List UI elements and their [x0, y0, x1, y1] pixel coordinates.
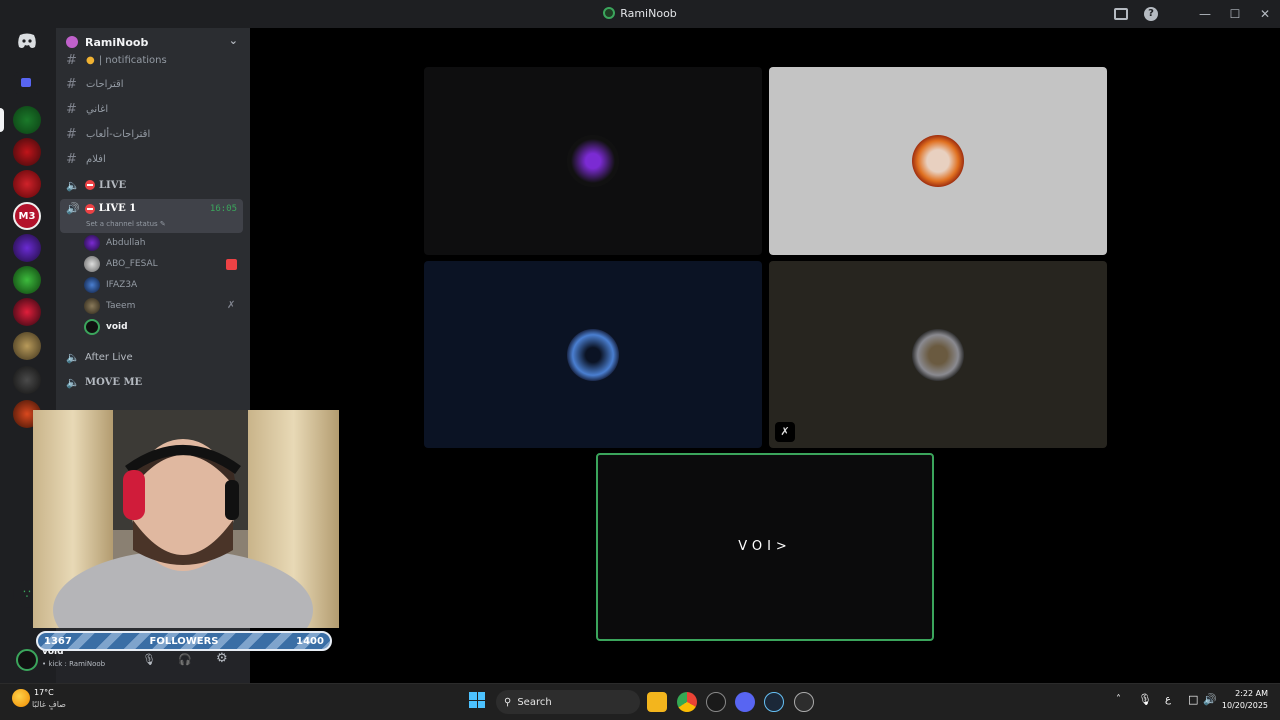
help-button[interactable]: ? [1136, 0, 1166, 28]
avatar [84, 319, 100, 335]
avatar [567, 328, 619, 381]
folder-icon[interactable] [14, 72, 40, 94]
microphone-icon[interactable]: 🎙 [1138, 693, 1152, 706]
microphone-icon[interactable]: 🎙 [142, 653, 156, 666]
channel-songs[interactable]: # اغاني [66, 100, 108, 118]
hash-icon: # [66, 126, 77, 142]
channel-movies[interactable]: # افلام [66, 150, 106, 168]
voice-member-taeem[interactable]: Taeem [84, 297, 135, 315]
voice-channel-after-live[interactable]: 🔈 After Live [66, 348, 133, 366]
mic-muted-icon: ✗ [775, 422, 795, 442]
avatar [84, 298, 100, 314]
discord-taskbar-icon[interactable] [735, 692, 755, 712]
hash-icon: # [66, 101, 77, 117]
search-icon: ⚲ [504, 696, 512, 708]
chevron-down-icon: ⌄ [228, 34, 238, 47]
chevron-up-icon[interactable]: ˄ [1116, 694, 1121, 705]
hash-icon: # [66, 151, 77, 167]
windows-taskbar: 17°C صافٍ غالبًا ⚲ Search ˄ 🎙 ع □ 🔊 2:22… [0, 683, 1280, 720]
maximize-button[interactable]: ☐ [1220, 0, 1250, 28]
server-raminoob[interactable] [13, 106, 41, 134]
avatar [84, 235, 100, 251]
channel-notifications[interactable]: # ● | notifications [66, 51, 167, 69]
voice-member-ifaz3a[interactable]: IFAZ3A [84, 276, 137, 294]
gear-icon[interactable]: ⚙ [216, 651, 228, 666]
server-9[interactable] [13, 366, 41, 394]
server-gamers[interactable] [13, 234, 41, 262]
participant-tile-taeem[interactable]: ✗ [769, 261, 1107, 448]
participant-tile-abo-fesal[interactable] [769, 67, 1107, 255]
avatar [912, 135, 964, 187]
server-7[interactable] [13, 298, 41, 326]
channel-suggestions[interactable]: # اقتراحات [66, 75, 124, 93]
participant-tile-void-speaking[interactable]: VOI> [596, 453, 934, 641]
voice-stage: ✗ VOI> [250, 28, 1280, 683]
volume-icon[interactable]: 🔊 [1203, 693, 1217, 706]
minimize-icon: — [1199, 7, 1211, 21]
voice-channel-live[interactable]: 🔈 LIVE [66, 176, 126, 194]
followers-goal-bar: 1367 FOLLOWERS 1400 [36, 631, 332, 651]
server-2[interactable] [13, 138, 41, 166]
user-panel: void • kick : RamiNoob 🎙 🎧 ⚙ [16, 646, 250, 683]
server-6[interactable] [13, 266, 41, 294]
webcam-overlay [33, 410, 339, 628]
hash-icon: # [66, 52, 77, 68]
window-titlebar: RamiNoob ? — ☐ ✕ [0, 0, 1280, 28]
speaker-icon: 🔈 [66, 178, 80, 192]
voice-channel-live-1[interactable]: 🔊 LIVE 1 16:05 Set a channel status ✎ [60, 199, 243, 233]
server-3[interactable] [13, 170, 41, 198]
inbox-icon [1114, 8, 1128, 20]
webcam-feed [33, 410, 339, 628]
weather-icon[interactable] [12, 689, 30, 707]
windows-start-icon[interactable] [469, 692, 485, 708]
avatar [912, 328, 964, 381]
steam-icon[interactable] [764, 692, 784, 712]
guild-icon [66, 36, 78, 48]
no-entry-icon [84, 203, 95, 214]
server-icon [603, 7, 616, 19]
close-button[interactable]: ✕ [1250, 0, 1280, 28]
bell-icon: ● [86, 54, 95, 66]
speaker-icon: 🔈 [66, 350, 80, 364]
user-avatar[interactable] [16, 649, 38, 671]
set-channel-status[interactable]: Set a channel status ✎ [86, 220, 166, 228]
minimize-button[interactable]: — [1190, 0, 1220, 28]
voice-member-void[interactable]: void [84, 318, 128, 336]
speaker-icon: 🔊 [66, 202, 80, 215]
speaker-icon: 🔈 [66, 375, 80, 389]
avatar [84, 256, 100, 272]
close-icon: ✕ [1259, 7, 1271, 21]
taskbar-search[interactable]: ⚲ Search [496, 690, 640, 714]
discord-home-button[interactable] [13, 30, 41, 52]
headphones-icon[interactable]: 🎧 [178, 653, 192, 666]
server-m3[interactable]: M3 [13, 202, 41, 230]
window-title: RamiNoob [0, 7, 1280, 20]
participant-tile-abdullah[interactable] [424, 67, 762, 255]
avatar [84, 277, 100, 293]
discord-logo-icon [18, 33, 36, 48]
voice-member-abdullah[interactable]: Abdullah [84, 234, 146, 252]
mic-muted-icon: ✗ [227, 300, 236, 311]
server-8[interactable] [13, 332, 41, 360]
network-icon[interactable]: □ [1188, 693, 1198, 706]
voice-member-abo-fesal[interactable]: ABO_FESAL [84, 255, 158, 273]
help-icon: ? [1144, 7, 1158, 21]
no-entry-icon [85, 180, 95, 190]
app-icon[interactable] [706, 692, 726, 712]
maximize-icon: ☐ [1229, 7, 1241, 21]
avatar [567, 135, 619, 187]
participant-tile-ifaz3a[interactable] [424, 261, 762, 448]
selected-server-indicator [0, 108, 4, 132]
file-explorer-icon[interactable] [647, 692, 667, 712]
chrome-icon[interactable] [677, 692, 697, 712]
inbox-button[interactable] [1106, 0, 1136, 28]
app-icon-2[interactable] [794, 692, 814, 712]
voice-timer: 16:05 [209, 204, 237, 214]
channel-game-suggestions[interactable]: # اقتراحات-ألعاب [66, 125, 150, 143]
void-logo: VOI> [738, 539, 792, 554]
hash-icon: # [66, 76, 77, 92]
streaming-icon [226, 259, 237, 270]
voice-channel-move-me[interactable]: 🔈 MOVE ME [66, 373, 142, 391]
